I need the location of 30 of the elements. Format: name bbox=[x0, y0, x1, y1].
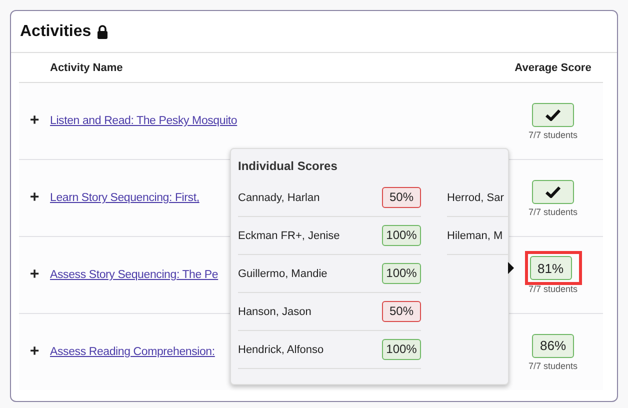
student-count: 7/7 students bbox=[528, 130, 578, 140]
student-name: Hileman, M bbox=[447, 230, 503, 242]
student-name: Eckman FR+, Jenise bbox=[238, 230, 340, 242]
score-badge: 50% bbox=[382, 301, 421, 322]
popover-title: Individual Scores bbox=[238, 159, 338, 175]
student-name: Hanson, Jason bbox=[238, 306, 312, 318]
student-name: Cannady, Harlan bbox=[238, 192, 320, 204]
student-count: 7/7 students bbox=[528, 360, 578, 370]
score-badge: 86% bbox=[532, 334, 574, 358]
pointer-icon bbox=[508, 262, 514, 274]
score-badge: 100% bbox=[382, 225, 421, 246]
column-header: Average Score bbox=[514, 62, 592, 74]
student-count: 7/7 students bbox=[528, 206, 578, 216]
student-name: Herrod, Sar bbox=[447, 192, 504, 204]
score-badge: 100% bbox=[382, 339, 421, 360]
expand-button[interactable]: + bbox=[19, 112, 50, 130]
score-badge: 100% bbox=[382, 263, 421, 284]
student-name: Hendrick, Alfonso bbox=[238, 344, 324, 356]
expand-button[interactable]: + bbox=[19, 266, 50, 284]
check-icon bbox=[545, 108, 561, 120]
student-name: Guillermo, Mandie bbox=[238, 268, 328, 280]
column-header: Activity Name bbox=[50, 62, 124, 74]
expand-button[interactable]: + bbox=[19, 189, 50, 207]
expand-button[interactable]: + bbox=[19, 343, 50, 361]
activity-link[interactable]: Listen and Read: The Pesky Mosquito bbox=[50, 115, 505, 127]
student-count: 7/7 students bbox=[528, 284, 578, 294]
score-badge: 81% bbox=[530, 256, 572, 280]
check-icon bbox=[545, 186, 561, 198]
card-title: Activities bbox=[20, 22, 92, 40]
score-badge: 50% bbox=[382, 187, 421, 208]
